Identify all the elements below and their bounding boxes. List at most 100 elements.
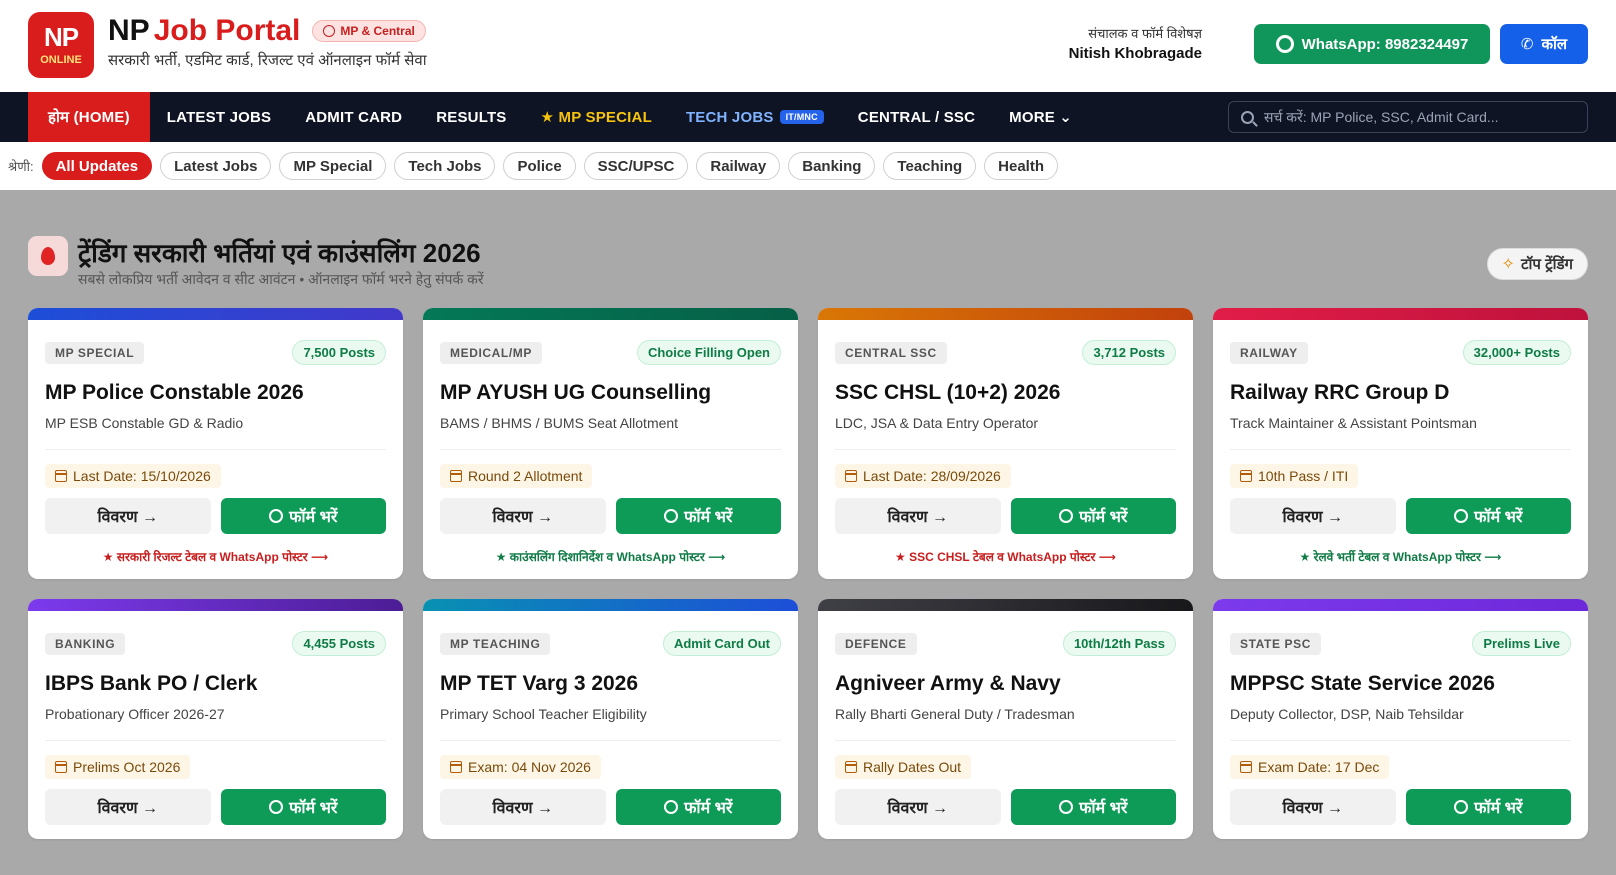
card-status-badge: Admit Card Out [662, 631, 781, 656]
job-card[interactable]: MEDICAL/MP Choice Filling Open MP AYUSH … [423, 308, 798, 579]
card-title[interactable]: MP Police Constable 2026 [45, 381, 386, 405]
details-button[interactable]: विवरण → [440, 789, 606, 825]
card-title[interactable]: IBPS Bank PO / Clerk [45, 672, 386, 696]
job-card[interactable]: MP TEACHING Admit Card Out MP TET Varg 3… [423, 599, 798, 839]
card-title[interactable]: SSC CHSL (10+2) 2026 [835, 381, 1176, 405]
card-poster-link[interactable]: ★ सरकारी रिजल्ट टेबल व WhatsApp पोस्टर ⟶ [45, 548, 386, 565]
calendar-icon [450, 470, 462, 482]
brand-np: NP [108, 14, 150, 47]
card-date-text: Last Date: 28/09/2026 [863, 468, 1001, 484]
card-title[interactable]: Railway RRC Group D [1230, 381, 1571, 405]
card-divider [1230, 449, 1571, 450]
mp-central-badge: MP & Central [312, 20, 426, 42]
card-category-tag: BANKING [45, 632, 126, 655]
header: NP ONLINE NP Job Portal MP & Central सरक… [0, 0, 1616, 92]
fill-form-button[interactable]: फॉर्म भरें [220, 789, 386, 825]
nav-more[interactable]: MORE ⌄ [992, 92, 1089, 142]
details-button[interactable]: विवरण → [835, 498, 1001, 534]
whatsapp-icon [1275, 35, 1294, 53]
card-title[interactable]: MPPSC State Service 2026 [1230, 672, 1571, 696]
fill-form-label: फॉर्म भरें [289, 509, 338, 526]
card-divider [440, 449, 781, 450]
nav-latest-jobs[interactable]: LATEST JOBS [150, 92, 288, 142]
fill-form-button[interactable]: फॉर्म भरें [220, 498, 386, 534]
card-divider [1230, 740, 1571, 741]
category-bar: श्रेणी: All Updates Latest Jobs MP Speci… [0, 142, 1616, 190]
fill-form-label: फॉर्म भरें [1474, 509, 1523, 526]
chip-latest-jobs[interactable]: Latest Jobs [160, 152, 272, 180]
nav-central-ssc[interactable]: CENTRAL / SSC [841, 92, 992, 142]
job-card[interactable]: CENTRAL SSC 3,712 Posts SSC CHSL (10+2) … [818, 308, 1193, 579]
call-label: कॉल [1541, 36, 1568, 53]
chip-teaching[interactable]: Teaching [883, 152, 977, 180]
calendar-icon [1240, 761, 1252, 773]
top-trending-button[interactable]: ✧ टॉप ट्रेंडिंग [1486, 248, 1588, 280]
details-button[interactable]: विवरण → [45, 789, 211, 825]
fill-form-label: फॉर्म भरें [684, 800, 733, 817]
phone-icon: ✆ [1520, 36, 1534, 53]
chip-mp-special[interactable]: MP Special [279, 152, 387, 180]
fill-form-button[interactable]: फॉर्म भरें [1010, 789, 1176, 825]
card-title[interactable]: Agniveer Army & Navy [835, 672, 1176, 696]
search-input[interactable]: सर्च करें: MP Police, SSC, Admit Card... [1228, 101, 1588, 133]
details-button[interactable]: विवरण → [835, 789, 1001, 825]
card-accent-bar [423, 599, 798, 611]
card-category-tag: CENTRAL SSC [835, 341, 947, 364]
details-button[interactable]: विवरण → [1230, 789, 1396, 825]
whatsapp-button[interactable]: WhatsApp: 8982324497 [1254, 24, 1490, 64]
details-button[interactable]: विवरण → [45, 498, 211, 534]
card-accent-bar [1213, 599, 1588, 611]
chip-railway[interactable]: Railway [696, 152, 781, 180]
fill-form-button[interactable]: फॉर्म भरें [1405, 789, 1571, 825]
card-date-badge: Exam: 04 Nov 2026 [440, 755, 601, 779]
chip-banking[interactable]: Banking [788, 152, 876, 180]
card-date-badge: 10th Pass / ITI [1230, 464, 1359, 488]
job-card[interactable]: MP SPECIAL 7,500 Posts MP Police Constab… [28, 308, 403, 579]
card-poster-link[interactable]: ★ रेलवे भर्ती टेबल व WhatsApp पोस्टर ⟶ [1230, 548, 1571, 565]
nav-home[interactable]: होम (HOME) [28, 92, 150, 142]
job-card-grid: MP SPECIAL 7,500 Posts MP Police Constab… [28, 308, 1588, 839]
job-card[interactable]: DEFENCE 10th/12th Pass Agniveer Army & N… [818, 599, 1193, 839]
card-title[interactable]: MP TET Varg 3 2026 [440, 672, 781, 696]
nav-tech-jobs[interactable]: TECH JOBS IT/MNC [669, 92, 841, 142]
chip-health[interactable]: Health [984, 152, 1058, 180]
whatsapp-icon [664, 800, 679, 814]
card-status-badge: 10th/12th Pass [1062, 631, 1176, 656]
chip-police[interactable]: Police [503, 152, 576, 180]
job-card[interactable]: STATE PSC Prelims Live MPPSC State Servi… [1213, 599, 1588, 839]
trending-section-header: ट्रेंडिंग सरकारी भर्तियां एवं काउंसलिंग … [28, 236, 1588, 292]
card-date-text: Exam Date: 17 Dec [1258, 759, 1380, 775]
job-card[interactable]: BANKING 4,455 Posts IBPS Bank PO / Clerk… [28, 599, 403, 839]
nav-mp-special[interactable]: ★ MP SPECIAL [524, 92, 669, 142]
job-card[interactable]: RAILWAY 32,000+ Posts Railway RRC Group … [1213, 308, 1588, 579]
search-placeholder: सर्च करें: MP Police, SSC, Admit Card... [1264, 108, 1499, 125]
card-poster-link[interactable]: ★ SSC CHSL टेबल व WhatsApp पोस्टर ⟶ [835, 548, 1176, 565]
details-button[interactable]: विवरण → [440, 498, 606, 534]
nav-admit-card[interactable]: ADMIT CARD [288, 92, 419, 142]
fill-form-button[interactable]: फॉर्म भरें [1010, 498, 1176, 534]
nav-results[interactable]: RESULTS [419, 92, 523, 142]
chip-tech-jobs[interactable]: Tech Jobs [394, 152, 496, 180]
card-poster-link[interactable]: ★ काउंसलिंग दिशानिर्देश व WhatsApp पोस्ट… [440, 548, 781, 565]
fill-form-label: फॉर्म भरें [1079, 800, 1128, 817]
card-status-badge: Prelims Live [1472, 631, 1571, 656]
card-title[interactable]: MP AYUSH UG Counselling [440, 381, 781, 405]
fill-form-button[interactable]: फॉर्म भरें [1405, 498, 1571, 534]
whatsapp-icon [1059, 800, 1074, 814]
card-status-badge: 32,000+ Posts [1462, 340, 1571, 365]
director-name: Nitish Khobragade [1068, 45, 1202, 62]
fill-form-button[interactable]: फॉर्म भरें [615, 789, 781, 825]
details-button[interactable]: विवरण → [1230, 498, 1396, 534]
card-divider [835, 740, 1176, 741]
fill-form-label: फॉर्म भरें [684, 509, 733, 526]
site-logo[interactable]: NP ONLINE [28, 12, 94, 78]
fill-form-label: फॉर्म भरें [1079, 509, 1128, 526]
chip-all-updates[interactable]: All Updates [41, 152, 153, 180]
call-button[interactable]: ✆ कॉल [1500, 24, 1588, 64]
top-trending-label: टॉप ट्रेंडिंग [1520, 256, 1573, 273]
chip-ssc-upsc[interactable]: SSC/UPSC [583, 152, 689, 180]
card-subtitle: Deputy Collector, DSP, Naib Tehsildar [1230, 706, 1464, 722]
fill-form-button[interactable]: फॉर्म भरें [615, 498, 781, 534]
card-date-text: 10th Pass / ITI [1258, 468, 1349, 484]
calendar-icon [1240, 470, 1252, 482]
